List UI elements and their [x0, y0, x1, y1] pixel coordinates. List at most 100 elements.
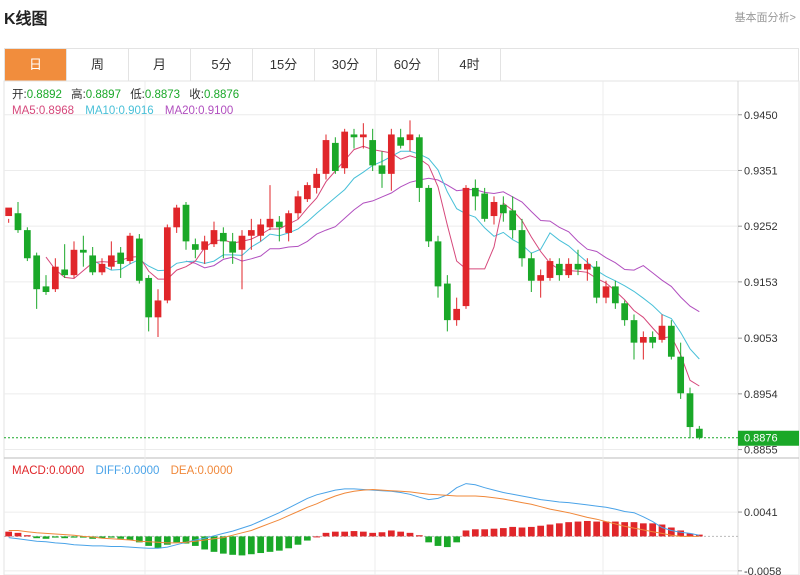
macd-bar [415, 535, 423, 537]
ma5-line [45, 145, 700, 387]
macd-bar [247, 536, 255, 555]
candle-body [294, 196, 302, 214]
candle-body [341, 131, 349, 169]
candle-body [574, 263, 582, 270]
legend-dea-value: 0.0000 [197, 465, 232, 477]
candle [490, 196, 498, 225]
legend-low-value: 0.8873 [145, 89, 180, 101]
kline-chart[interactable]: 0.9450 0.9351 0.9252 0.9153 0.9053 0.8954 0.88… [0, 0, 800, 575]
candle [415, 134, 423, 202]
candle-body [602, 286, 610, 298]
legend-ma10-label: MA10: [85, 105, 118, 117]
candle [621, 300, 629, 326]
candle [61, 244, 69, 278]
price-tick-label: 0.9053 [744, 333, 778, 345]
price-tick-label: 0.8855 [744, 445, 778, 457]
candle-body [219, 232, 227, 242]
macd-bar [14, 532, 22, 537]
macd-bar [593, 521, 601, 537]
candle [51, 258, 59, 293]
candle-body [51, 266, 59, 290]
candle-body [695, 428, 703, 438]
candle-body [182, 204, 190, 242]
candle-body [247, 230, 255, 236]
macd-bar [70, 536, 78, 538]
candle [89, 246, 97, 276]
candle [555, 258, 563, 281]
candle [630, 314, 638, 360]
candle-body [611, 286, 619, 304]
candle [163, 224, 171, 304]
macd-tick-label: -0.0058 [744, 566, 781, 575]
legend-close-value: 0.8876 [204, 89, 239, 101]
macd-bar [602, 521, 610, 537]
candle [331, 137, 339, 174]
candle [583, 258, 591, 281]
macd-bar [574, 521, 582, 537]
macd-bar [117, 536, 125, 539]
candle [443, 275, 451, 332]
macd-bar [630, 522, 638, 537]
candle-body [98, 263, 106, 273]
candle-body [70, 249, 78, 276]
candle-body [406, 134, 414, 141]
candle-body [359, 134, 367, 138]
macd-bar [378, 532, 386, 537]
candle-body [481, 193, 489, 219]
legend-ma20-value: 0.9100 [198, 105, 233, 117]
candle [509, 196, 517, 239]
macd-bar [555, 523, 563, 537]
candle-body [5, 207, 13, 217]
candle [126, 232, 134, 264]
macd-bar [294, 536, 302, 545]
macd-tick-label: 0.0041 [744, 507, 778, 519]
macd-bar [583, 520, 591, 537]
macd-bar [471, 529, 479, 537]
candle-body [89, 255, 97, 273]
legend-ma5-label: MA5: [12, 105, 39, 117]
chart-frame [3, 80, 800, 575]
candle [425, 185, 433, 247]
candle [154, 289, 162, 338]
candle [294, 190, 302, 219]
candle [649, 331, 657, 349]
legend-open-value: 0.8892 [27, 89, 62, 101]
candle-body [79, 249, 87, 253]
candle-body [537, 275, 545, 281]
candle [667, 320, 675, 360]
macd-bar [61, 536, 69, 539]
legend-dea-label: DEA: [171, 465, 198, 477]
last-price-label: 0.8876 [744, 433, 778, 445]
candle-body [509, 210, 517, 231]
legend-low-label: 低: [130, 88, 145, 101]
macd-bar [350, 531, 358, 537]
candle [359, 123, 367, 149]
candle-body [425, 187, 433, 242]
macd-bar [406, 532, 414, 537]
candle-body [443, 283, 451, 321]
legend-diff-value: 0.0000 [124, 465, 159, 477]
candle [639, 331, 647, 360]
candle [117, 246, 125, 278]
candle [341, 128, 349, 174]
legend-ma20-label: MA20: [165, 105, 198, 117]
macd-bar [341, 531, 349, 537]
candle [33, 252, 41, 309]
legend-high-value: 0.8897 [86, 89, 121, 101]
candle-body [387, 134, 395, 174]
candle-body [107, 255, 115, 267]
candle-body [173, 207, 181, 228]
legend-ma: MA5:0.8968 MA10:0.9016 MA20:0.9100 [12, 105, 233, 117]
candle [593, 261, 601, 304]
candle-body [331, 142, 339, 172]
candle [42, 275, 50, 295]
legend-open-label: 开: [12, 89, 27, 101]
candle-body [126, 235, 134, 262]
macd-bar [621, 522, 629, 537]
macd-bar [509, 526, 517, 537]
candle-body [210, 230, 218, 245]
macd-bar [303, 536, 311, 541]
macd-bar [275, 536, 283, 551]
macd-bar [453, 536, 461, 543]
legend-close-label: 收: [189, 87, 204, 101]
